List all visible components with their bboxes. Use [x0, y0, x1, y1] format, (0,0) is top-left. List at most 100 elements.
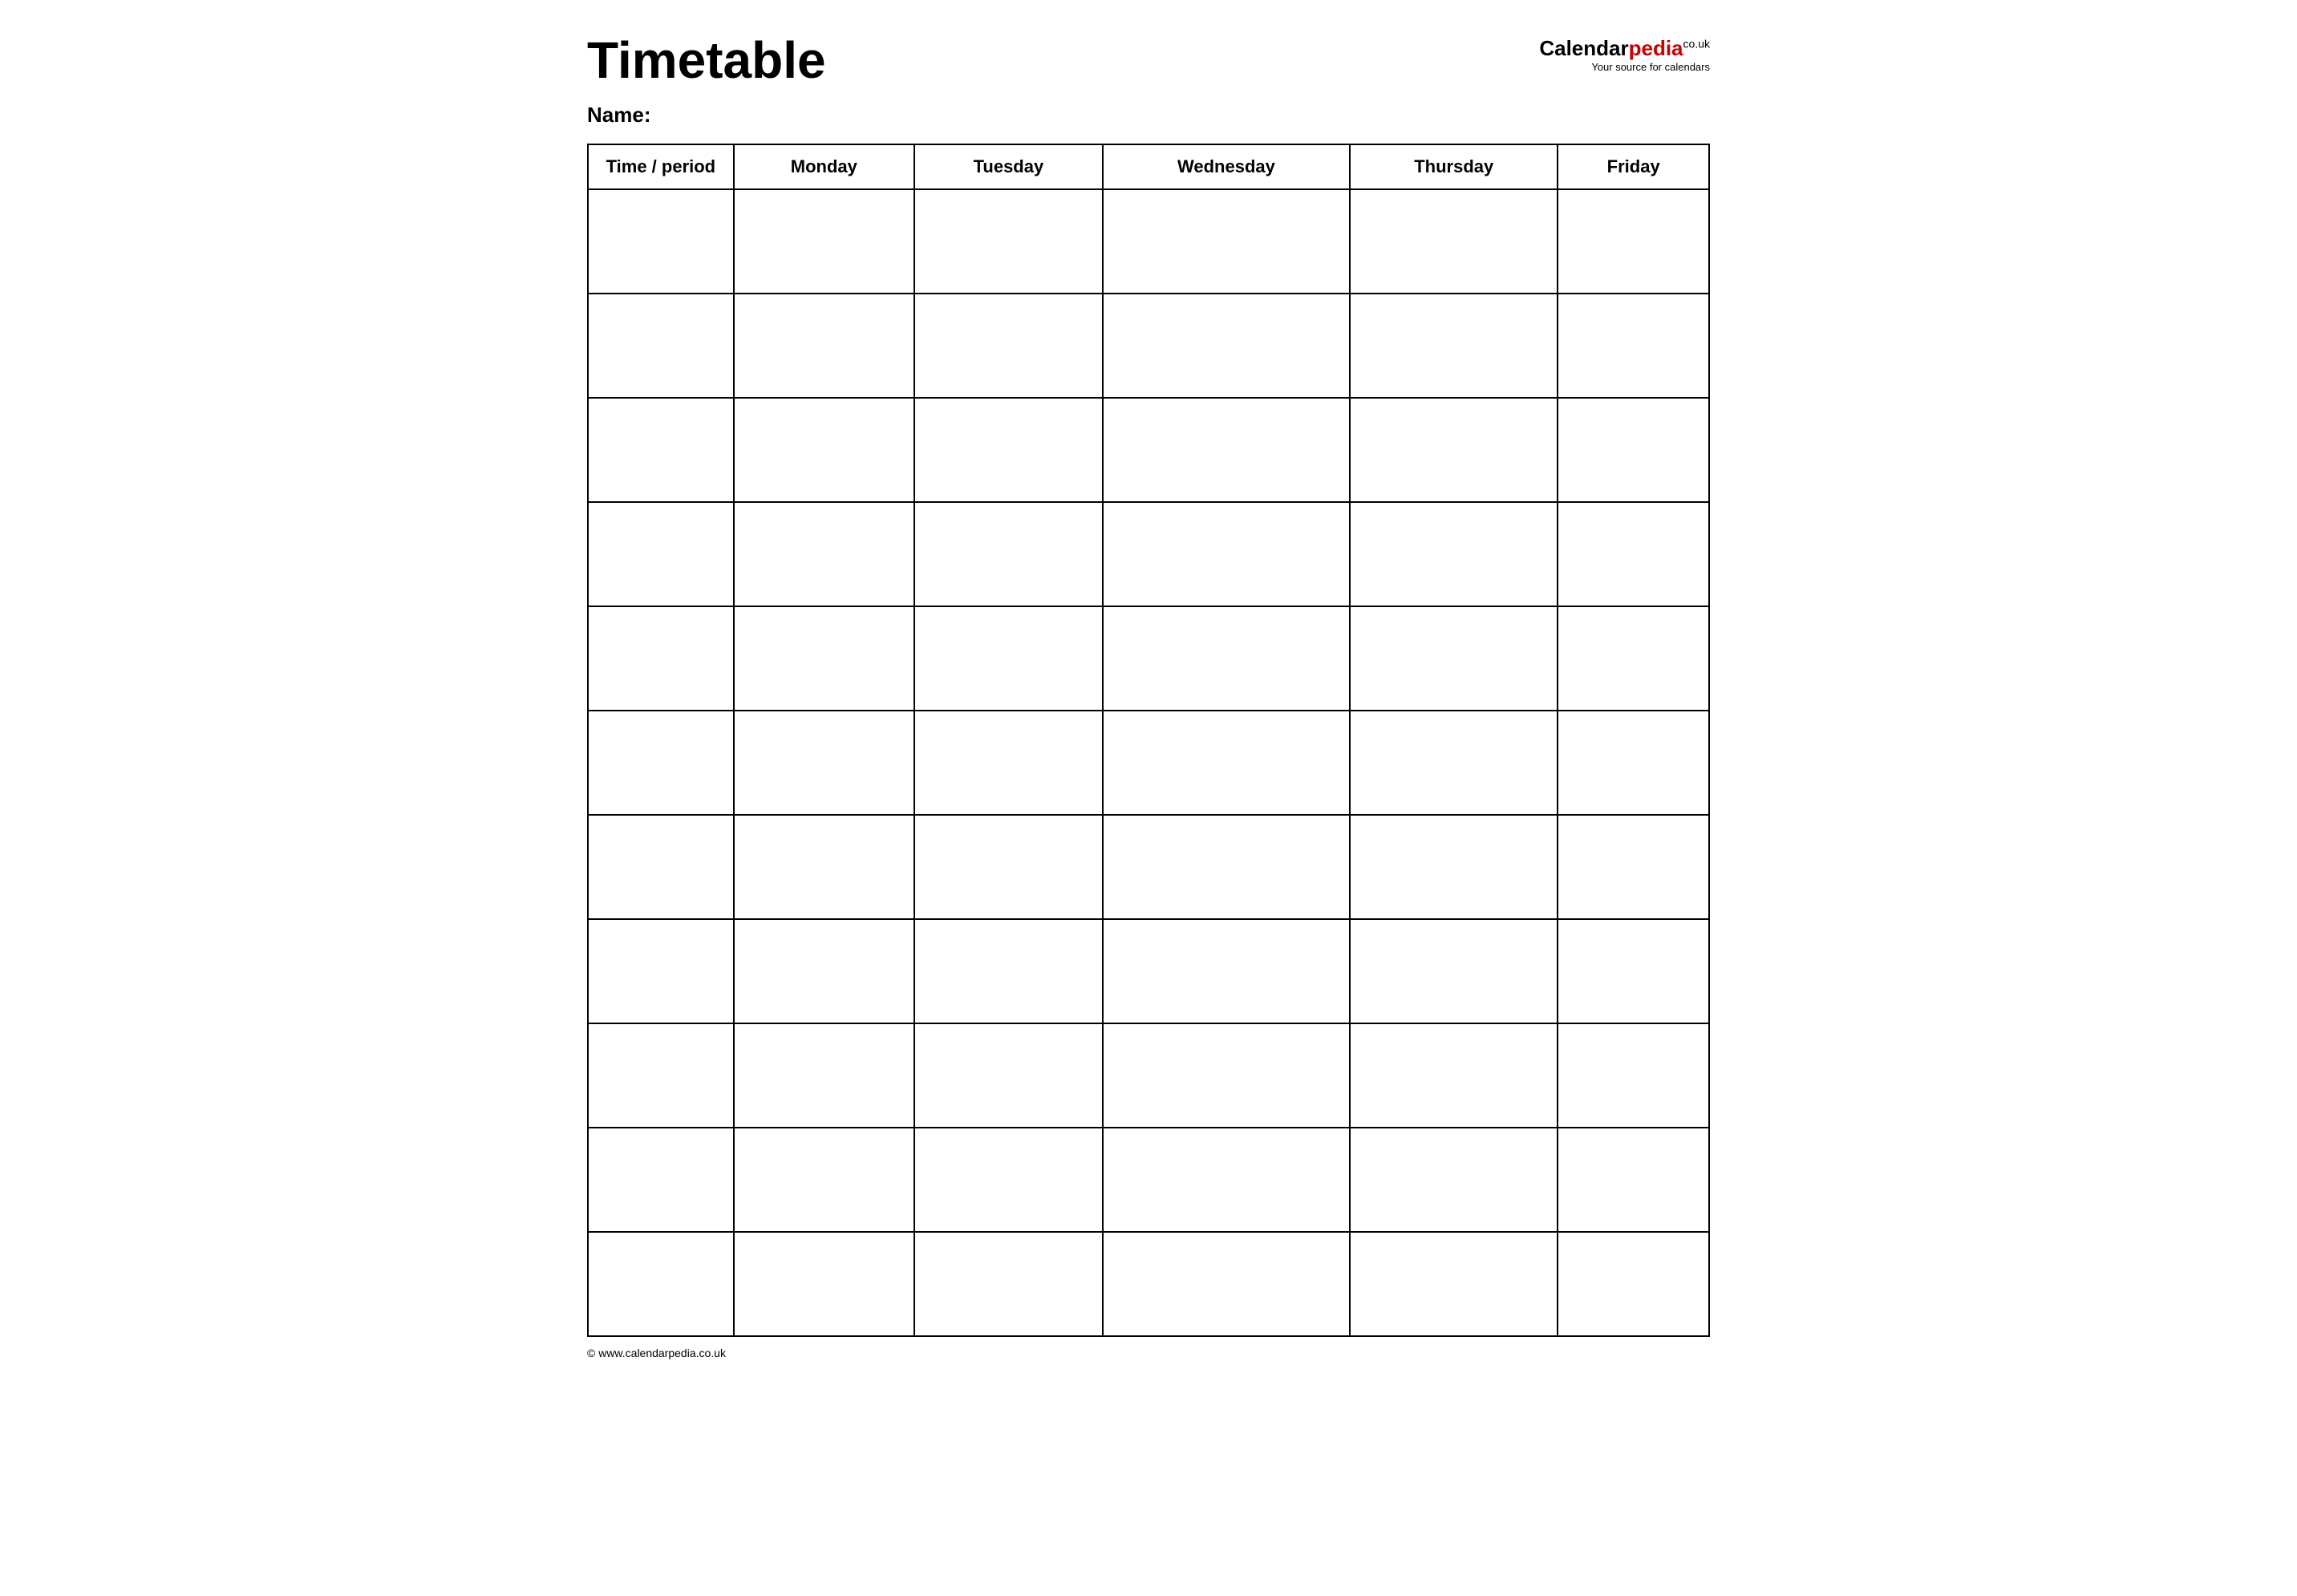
table-header-row: Time / period Monday Tuesday Wednesday T… — [588, 144, 1709, 189]
logo-block: Calendarpediaco.uk Your source for calen… — [1539, 32, 1710, 73]
table-cell[interactable] — [588, 398, 734, 502]
table-cell[interactable] — [914, 1128, 1103, 1232]
timetable: Time / period Monday Tuesday Wednesday T… — [587, 144, 1710, 1337]
table-cell[interactable] — [1350, 711, 1558, 815]
title-block: Timetable Name: — [587, 32, 826, 128]
timetable-container: Time / period Monday Tuesday Wednesday T… — [587, 144, 1710, 1337]
table-row — [588, 1128, 1709, 1232]
table-cell[interactable] — [914, 294, 1103, 398]
name-label: Name: — [587, 103, 826, 128]
table-cell[interactable] — [914, 606, 1103, 711]
table-cell[interactable] — [1350, 1023, 1558, 1128]
table-cell[interactable] — [1103, 1128, 1350, 1232]
table-cell[interactable] — [1558, 502, 1709, 606]
header-section: Timetable Name: Calendarpediaco.uk Your … — [587, 32, 1710, 128]
col-header-monday: Monday — [734, 144, 914, 189]
table-cell[interactable] — [734, 815, 914, 919]
table-cell[interactable] — [734, 189, 914, 294]
table-cell[interactable] — [1103, 398, 1350, 502]
table-cell[interactable] — [588, 919, 734, 1023]
table-cell[interactable] — [1558, 1128, 1709, 1232]
table-cell[interactable] — [1558, 606, 1709, 711]
table-cell[interactable] — [1103, 815, 1350, 919]
table-cell[interactable] — [1103, 1232, 1350, 1336]
table-cell[interactable] — [734, 606, 914, 711]
table-row — [588, 189, 1709, 294]
table-cell[interactable] — [1350, 1128, 1558, 1232]
table-cell[interactable] — [914, 398, 1103, 502]
table-cell[interactable] — [588, 502, 734, 606]
table-cell[interactable] — [1103, 294, 1350, 398]
table-cell[interactable] — [1350, 919, 1558, 1023]
col-header-tuesday: Tuesday — [914, 144, 1103, 189]
table-cell[interactable] — [1103, 502, 1350, 606]
table-row — [588, 1232, 1709, 1336]
table-cell[interactable] — [1350, 398, 1558, 502]
table-cell[interactable] — [1558, 919, 1709, 1023]
table-cell[interactable] — [914, 815, 1103, 919]
table-cell[interactable] — [588, 1023, 734, 1128]
table-cell[interactable] — [1103, 1023, 1350, 1128]
table-cell[interactable] — [1558, 294, 1709, 398]
table-cell[interactable] — [588, 294, 734, 398]
logo-wrapper: Calendarpediaco.uk — [1539, 36, 1710, 61]
logo-tagline: Your source for calendars — [1591, 61, 1710, 73]
logo-main: Calendarpediaco.uk — [1539, 36, 1710, 60]
table-cell[interactable] — [734, 711, 914, 815]
table-cell[interactable] — [914, 1232, 1103, 1336]
table-row — [588, 502, 1709, 606]
table-cell[interactable] — [734, 919, 914, 1023]
table-cell[interactable] — [1558, 815, 1709, 919]
table-cell[interactable] — [734, 1023, 914, 1128]
table-cell[interactable] — [914, 919, 1103, 1023]
logo-couk-text: co.uk — [1683, 37, 1710, 50]
table-cell[interactable] — [1103, 711, 1350, 815]
table-cell[interactable] — [914, 1023, 1103, 1128]
table-row — [588, 711, 1709, 815]
table-row — [588, 606, 1709, 711]
table-cell[interactable] — [734, 502, 914, 606]
table-cell[interactable] — [914, 711, 1103, 815]
table-cell[interactable] — [588, 815, 734, 919]
table-cell[interactable] — [914, 502, 1103, 606]
page-wrapper: Timetable Name: Calendarpediaco.uk Your … — [587, 32, 1710, 1359]
table-cell[interactable] — [588, 606, 734, 711]
table-cell[interactable] — [1350, 1232, 1558, 1336]
col-header-thursday: Thursday — [1350, 144, 1558, 189]
table-cell[interactable] — [1558, 189, 1709, 294]
table-cell[interactable] — [588, 711, 734, 815]
page-title: Timetable — [587, 32, 826, 88]
table-row — [588, 1023, 1709, 1128]
table-row — [588, 919, 1709, 1023]
table-cell[interactable] — [1558, 711, 1709, 815]
table-cell[interactable] — [1103, 919, 1350, 1023]
table-cell[interactable] — [1103, 189, 1350, 294]
col-header-wednesday: Wednesday — [1103, 144, 1350, 189]
table-row — [588, 294, 1709, 398]
table-cell[interactable] — [734, 1232, 914, 1336]
table-row — [588, 815, 1709, 919]
table-cell[interactable] — [734, 1128, 914, 1232]
col-header-time: Time / period — [588, 144, 734, 189]
logo-pedia-text: pedia — [1629, 36, 1683, 60]
table-cell[interactable] — [734, 398, 914, 502]
table-row — [588, 398, 1709, 502]
table-cell[interactable] — [734, 294, 914, 398]
table-cell[interactable] — [588, 1128, 734, 1232]
table-cell[interactable] — [1558, 1023, 1709, 1128]
table-cell[interactable] — [1350, 502, 1558, 606]
table-cell[interactable] — [914, 189, 1103, 294]
table-cell[interactable] — [1350, 294, 1558, 398]
footer-url: © www.calendarpedia.co.uk — [587, 1347, 726, 1359]
table-cell[interactable] — [1558, 398, 1709, 502]
footer-section: © www.calendarpedia.co.uk — [587, 1347, 1710, 1359]
table-cell[interactable] — [1350, 606, 1558, 711]
col-header-friday: Friday — [1558, 144, 1709, 189]
logo-calendar-text: Calendar — [1539, 36, 1628, 60]
table-cell[interactable] — [588, 189, 734, 294]
table-cell[interactable] — [1103, 606, 1350, 711]
table-cell[interactable] — [1350, 815, 1558, 919]
table-cell[interactable] — [1558, 1232, 1709, 1336]
table-cell[interactable] — [1350, 189, 1558, 294]
table-cell[interactable] — [588, 1232, 734, 1336]
